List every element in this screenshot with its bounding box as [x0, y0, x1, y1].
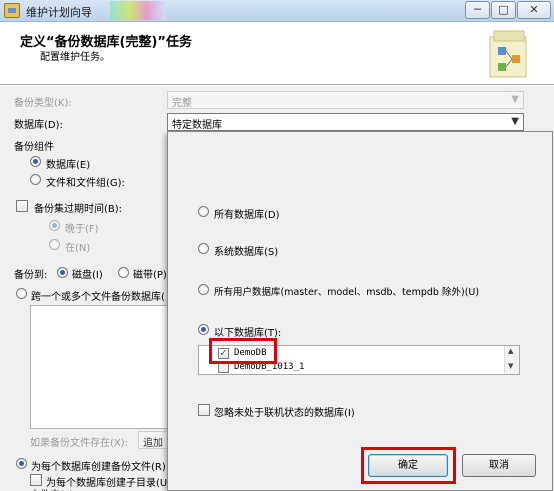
- scroll-down-icon[interactable]: ▼: [508, 362, 513, 370]
- expire-after-radio: [49, 220, 60, 231]
- user-databases-label: 所有用户数据库(master、model、msdb、tempdb 除外)(U): [214, 287, 480, 298]
- database-value: 特定数据库: [172, 120, 222, 131]
- system-databases-label: 系统数据库(S): [214, 247, 279, 258]
- title-bar: 维护计划向导 ─ □ ✕: [0, 0, 554, 22]
- ignore-offline-checkbox[interactable]: [198, 404, 210, 416]
- these-databases-label: 以下数据库(T):: [214, 328, 282, 339]
- backup-to-label: 备份到:: [14, 270, 48, 281]
- close-button[interactable]: ✕: [517, 1, 551, 19]
- wizard-header: 定义“备份数据库(完整)”任务 配置维护任务。: [0, 23, 554, 85]
- backup-type-label: 备份类型(K):: [14, 98, 72, 109]
- maintenance-plan-icon: [4, 3, 20, 18]
- expire-label: 备份集过期时间(B):: [34, 204, 123, 215]
- backup-file-list[interactable]: [30, 305, 170, 429]
- span-files-radio[interactable]: [16, 288, 27, 299]
- folder-label-cutoff: 文件夹(L):: [30, 486, 77, 491]
- span-files-label: 跨一个或多个文件备份数据库(: [31, 292, 165, 303]
- cancel-button[interactable]: 取消: [462, 454, 536, 477]
- all-databases-radio[interactable]: [198, 206, 209, 217]
- backup-to-tape-radio[interactable]: [118, 267, 129, 278]
- expire-checkbox[interactable]: [16, 200, 28, 212]
- per-db-subdir-checkbox[interactable]: [30, 474, 42, 486]
- per-db-file-label: 为每个数据库创建备份文件(R): [31, 462, 166, 473]
- list-scrollbar[interactable]: ▲ ▼: [504, 346, 519, 374]
- chevron-down-icon: ▼: [511, 94, 519, 105]
- backup-to-disk-label: 磁盘(I): [72, 270, 103, 281]
- window-title: 维护计划向导: [26, 6, 92, 19]
- maximize-button[interactable]: □: [491, 1, 516, 19]
- wizard-graphic-icon: [489, 30, 527, 78]
- ignore-offline-label: 忽略未处于联机状态的数据库(I): [214, 408, 355, 419]
- database-combo[interactable]: 特定数据库 ▼: [167, 113, 524, 131]
- component-database-radio[interactable]: [30, 156, 41, 167]
- expire-on-label: 在(N): [65, 243, 91, 254]
- backup-type-combo: 完整 ▼: [167, 91, 524, 109]
- component-files-label: 文件和文件组(G):: [46, 178, 125, 189]
- backup-component-label: 备份组件: [14, 142, 54, 153]
- expire-after-label: 晚于(F): [65, 224, 99, 235]
- if-exists-value: 追加: [143, 438, 163, 449]
- highlight-box-ok: [361, 447, 456, 484]
- component-files-radio[interactable]: [30, 174, 41, 185]
- system-databases-radio[interactable]: [198, 243, 209, 254]
- scroll-up-icon[interactable]: ▲: [508, 347, 513, 355]
- title-bar-artifact: [110, 1, 166, 20]
- all-databases-label: 所有数据库(D): [214, 210, 280, 221]
- user-databases-radio[interactable]: [198, 284, 209, 295]
- if-exists-label: 如果备份文件存在(X):: [30, 438, 129, 449]
- per-db-file-radio[interactable]: [16, 458, 27, 469]
- page-subtitle: 配置维护任务。: [40, 52, 110, 63]
- these-databases-radio[interactable]: [198, 324, 209, 335]
- backup-to-tape-label: 磁带(P): [133, 270, 167, 281]
- database-label: 数据库(D):: [14, 120, 63, 131]
- highlight-box-demodb: [209, 338, 277, 364]
- chevron-down-icon: ▼: [511, 116, 519, 127]
- component-database-label: 数据库(E): [46, 160, 91, 171]
- database-selection-popup: 所有数据库(D) 系统数据库(S) 所有用户数据库(master、model、m…: [167, 131, 553, 491]
- minimize-button[interactable]: ─: [465, 1, 490, 19]
- backup-type-value: 完整: [172, 98, 192, 109]
- expire-on-radio: [49, 239, 60, 250]
- backup-to-disk-radio[interactable]: [57, 267, 68, 278]
